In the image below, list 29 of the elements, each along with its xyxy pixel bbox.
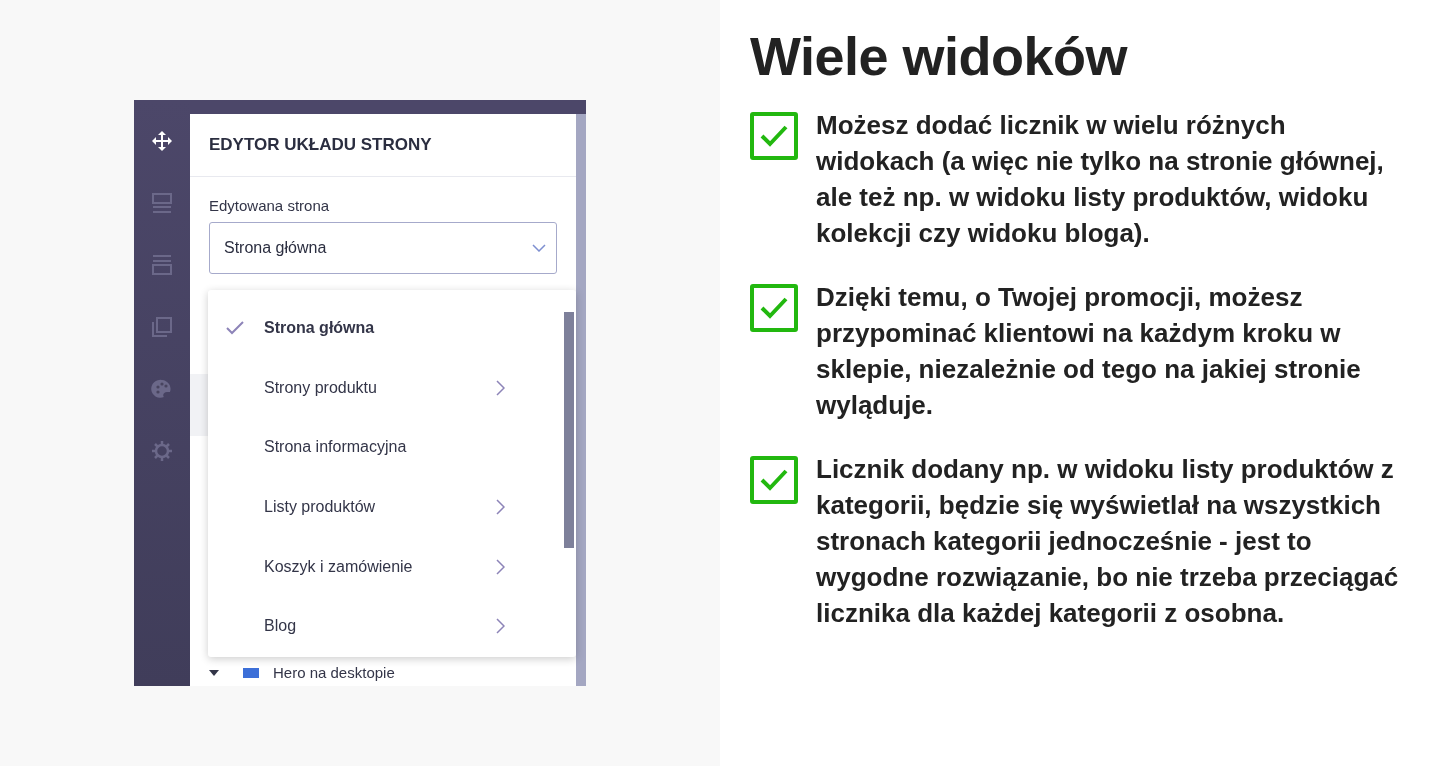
field-label: Edytowana strona	[209, 197, 331, 214]
settings-icon[interactable]	[151, 440, 173, 462]
page-select[interactable]: Strona główna	[209, 222, 557, 274]
chevron-right-icon	[496, 558, 505, 575]
feature-text: Dzięki temu, o Twojej promocji, możesz przypominać klientowi na każdym kroku w sklepie, niezależnie od tego na jakiej stronie wyląduje.	[816, 281, 1362, 422]
chevron-down-icon	[532, 244, 546, 252]
chevron-right-icon	[496, 379, 505, 396]
copy-icon[interactable]	[151, 316, 173, 338]
chevron-right-icon	[496, 618, 505, 635]
menu-item[interactable]: Blog	[208, 596, 564, 657]
palette-icon[interactable]	[151, 378, 173, 400]
caret-icon	[209, 669, 219, 676]
feature-text: Możesz dodać licznik w wielu różnych widokach (a więc nie tylko na stronie głównej, ale też np. w widoku listy produktów, widoku kolekcji czy widoku bloga).	[816, 109, 1385, 250]
chevron-right-icon	[496, 498, 505, 515]
feature-text: Licznik dodany np. w widoku listy produktów z kategorii, będzie się wyświetlał na wszystkich stronach kategorii jednocześnie - jest to wygodne rozwiązanie, bo nie trzeba przeciągać licznika dla każdej kategorii z osobna.	[816, 453, 1400, 630]
menu-item[interactable]: Koszyk i zamówienie	[208, 536, 564, 597]
layout-icon[interactable]	[151, 192, 173, 214]
menu-item[interactable]: Listy produktów	[208, 477, 564, 537]
heading: Wiele widoków	[750, 25, 1129, 87]
sections-icon[interactable]	[151, 254, 173, 276]
menu-item[interactable]: Strony produktu	[208, 357, 564, 418]
move-icon[interactable]	[151, 130, 173, 152]
check-icon	[226, 320, 244, 335]
tree-row[interactable]: Hero na desktopie	[209, 664, 557, 681]
menu-item[interactable]: Strona informacyjna	[208, 417, 564, 478]
panel-row	[190, 374, 210, 436]
scrollbar[interactable]	[576, 114, 586, 686]
menu-item[interactable]: Strona główna	[208, 298, 564, 358]
block-icon	[243, 667, 259, 678]
